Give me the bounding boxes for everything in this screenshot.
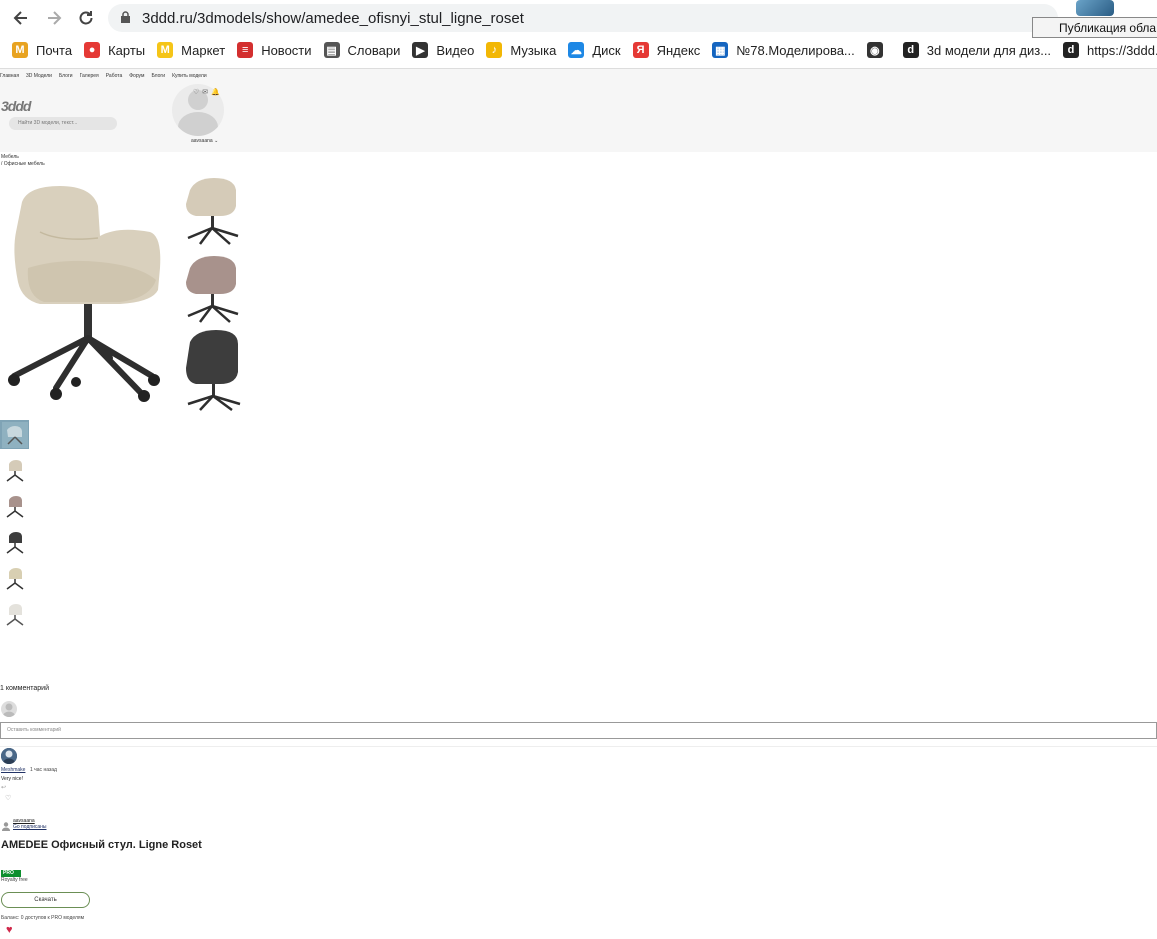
globe-icon: ◉ (866, 42, 883, 58)
bookmark-item[interactable]: ☁ Диск (568, 42, 621, 58)
product-main-image[interactable] (0, 172, 246, 414)
bookmark-item[interactable]: ▦ №78.Моделирова... (712, 42, 855, 58)
comments-title: 1 комментарий (0, 685, 49, 692)
map-pin-icon: ● (84, 42, 101, 58)
chair-thumb-beige (186, 178, 239, 245)
thumbnail-item[interactable] (0, 600, 29, 629)
bookmark-item[interactable]: ● Карты (84, 42, 145, 58)
comment-time: 1 час назад (30, 767, 57, 773)
disk-icon: ☁ (568, 42, 585, 58)
bookmark-item[interactable]: ◉ (866, 42, 891, 58)
site-nav: Главная 3D Модели Блоги Галерея Работа Форум Б… (0, 73, 214, 79)
news-icon: ≡ (237, 42, 254, 58)
music-icon: ♪ (486, 42, 503, 58)
avatar[interactable] (1, 748, 17, 764)
thumbnail-item[interactable] (0, 456, 29, 485)
extension-icon[interactable] (1076, 0, 1114, 16)
bookmark-label: 3d модели для диз... (926, 42, 1052, 58)
bookmark-label: Словари (347, 42, 401, 58)
bookmark-label: Музыка (510, 42, 557, 58)
license-text: Royalty free (1, 877, 28, 883)
bookmark-label: Маркет (181, 42, 226, 58)
mail-icon[interactable]: ✉ (202, 88, 208, 96)
market-icon: M (157, 42, 174, 58)
bookmark-label: Новости (261, 42, 312, 58)
bookmark-item[interactable]: ▶ Видео (412, 42, 474, 58)
bookmark-item[interactable]: Я Яндекс (632, 42, 701, 58)
forward-icon[interactable] (42, 6, 66, 30)
nav-item[interactable]: Купить модели (172, 73, 207, 79)
lock-icon[interactable] (120, 11, 131, 29)
breadcrumb-sub[interactable]: / Офисные мебель (1, 161, 45, 167)
reload-icon[interactable] (74, 6, 98, 30)
thumbnail-item[interactable] (0, 492, 29, 521)
bookmark-item[interactable]: M Почта (12, 42, 72, 58)
url-text[interactable]: 3ddd.ru/3dmodels/show/amedee_ofisnyi_stu… (142, 10, 524, 27)
video-icon: ▶ (412, 42, 429, 58)
thumbnail-item[interactable] (0, 564, 29, 593)
download-button[interactable]: Скачать (1, 892, 90, 908)
3ddd-icon: d (1063, 42, 1080, 58)
browser-toolbar: 3ddd.ru/3dmodels/show/amedee_ofisnyi_stu… (0, 0, 1157, 36)
bookmark-item[interactable]: ♪ Музыка (486, 42, 556, 58)
bookmark-label: Видео (436, 42, 475, 58)
bookmark-item[interactable]: ▤ Словари (323, 42, 401, 58)
thumbnail-item[interactable] (0, 528, 29, 557)
divider (0, 746, 1157, 747)
comment-text: Very nice! (1, 776, 23, 782)
nav-item[interactable]: Форум (129, 73, 144, 79)
tooltip: Публикация обла (1032, 17, 1157, 38)
3ddd-icon: d (902, 42, 919, 58)
bookmark-label: Яндекс (656, 42, 701, 58)
thumbnail-item[interactable] (0, 420, 29, 449)
favorites-icon[interactable]: ♡ (193, 88, 199, 96)
bookmark-item[interactable]: M Маркет (157, 42, 225, 58)
bookmarks-bar: M Почта ● Карты M Маркет ≡ Новости ▤ Словари ▶ Виде… (0, 37, 1157, 63)
comment-input[interactable]: Оставить комментарий (0, 722, 1157, 739)
bookmark-item[interactable]: d https://3ddd.ru (1063, 42, 1157, 58)
mail-icon: M (12, 42, 28, 58)
nav-item[interactable]: Блоги (151, 73, 165, 79)
header-icons: ♡ ✉ 🔔 (193, 88, 223, 96)
bookmark-label: Почта (36, 42, 73, 58)
avatar (1, 701, 17, 717)
nav-item[interactable]: Галерея (80, 73, 99, 79)
balance-text: Баланс: 0 доступов к PRO моделям (1, 915, 85, 921)
nav-item[interactable]: 3D Модели (26, 73, 52, 79)
search-input[interactable]: Найти 3D модели, текст... (9, 117, 117, 130)
site-logo[interactable]: 3ddd (1, 98, 31, 114)
bookmark-item[interactable]: d 3d модели для диз... (902, 42, 1052, 58)
yandex-icon: Я (632, 42, 649, 58)
chair-thumb-mauve (186, 256, 239, 323)
chair-thumb-dark (186, 330, 241, 412)
bookmark-label: Диск (592, 42, 621, 58)
bookmark-label: Карты (108, 42, 146, 58)
bookmark-label: https://3ddd.ru (1087, 42, 1157, 58)
breadcrumb[interactable]: Мебель (1, 154, 19, 160)
page-title: AMEDEE Офисный стул. Ligne Roset (1, 839, 202, 851)
document-icon: ▦ (712, 42, 729, 58)
bookmark-item[interactable]: ≡ Новости (237, 42, 312, 58)
bell-icon[interactable]: 🔔 (211, 88, 220, 96)
nav-item[interactable]: Блоги (59, 73, 73, 79)
nav-item[interactable]: Главная (0, 73, 19, 79)
subscribe-link[interactable]: Go подписаны (13, 824, 47, 830)
heart-icon[interactable]: ♥ (6, 924, 13, 936)
back-icon[interactable] (9, 6, 33, 30)
user-icon (1, 818, 11, 834)
comment-author[interactable]: Meshmake (1, 767, 25, 773)
nav-item[interactable]: Работа (106, 73, 123, 79)
username-menu[interactable]: aavsaana ⌄ (191, 138, 218, 144)
bookmark-label: №78.Моделирова... (736, 42, 855, 58)
like-icon[interactable]: ♡ (5, 794, 11, 802)
chair-beige-large (8, 186, 161, 402)
dictionary-icon: ▤ (323, 42, 340, 58)
pro-badge: PRO (1, 870, 21, 877)
reply-icon[interactable]: ↩ (1, 784, 6, 791)
